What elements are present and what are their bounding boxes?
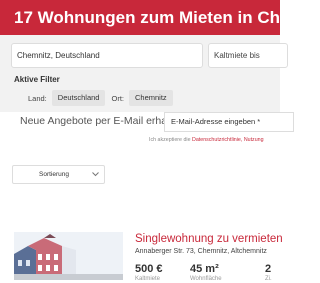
- listing-address: Annaberger Str. 73, Chemnitz, Altchemnit…: [135, 248, 267, 255]
- filter-land-label: Land:: [28, 93, 47, 103]
- chevron-down-icon: [92, 172, 99, 177]
- rooms-value: 2: [265, 263, 272, 275]
- filter-chip-land[interactable]: Deutschland: [51, 90, 106, 106]
- price-label: Kaltmiete: [135, 276, 161, 282]
- area-value: 45 m²: [190, 263, 219, 275]
- listing-title[interactable]: Singlewohnung zu vermieten: [135, 233, 283, 245]
- area-label: Wohnfläche: [190, 276, 222, 282]
- fact-area: 45 m² Wohnfläche: [190, 263, 222, 283]
- privacy-policy-link[interactable]: Datenschutzrichtlinie, Nutzung: [192, 137, 264, 143]
- sort-label: Sortierung: [39, 171, 69, 178]
- filter-chip-ort[interactable]: Chemnitz: [128, 90, 173, 106]
- email-alert-text: Neue Angebote per E-Mail erhalten: [20, 115, 185, 127]
- filter-panel: Chemnitz, Deutschland Kaltmiete bis Akti…: [0, 35, 288, 112]
- results-header: 17 Wohnungen zum Mieten in Chemnitz gefu…: [0, 0, 280, 35]
- email-field[interactable]: E-Mail-Adresse eingeben *: [164, 112, 294, 132]
- filter-ort-label: Ort:: [111, 93, 124, 103]
- consent-text: Ich akzeptiere die Datenschutzrichtlinie…: [149, 137, 264, 143]
- sort-dropdown[interactable]: Sortierung: [12, 165, 105, 184]
- price-value: 500 €: [135, 263, 163, 275]
- building-photo: [14, 232, 123, 280]
- rooms-label: Zi.: [265, 276, 272, 282]
- location-input[interactable]: Chemnitz, Deutschland: [11, 43, 203, 68]
- email-alert-section: Neue Angebote per E-Mail erhalten E-Mail…: [0, 112, 294, 152]
- active-filters-heading: Aktive Filter: [14, 75, 60, 84]
- max-rent-input[interactable]: Kaltmiete bis: [208, 43, 288, 68]
- page-title: 17 Wohnungen zum Mieten in Chemnitz gefu…: [14, 8, 280, 27]
- fact-price: 500 € Kaltmiete: [135, 263, 163, 283]
- active-filters-row: Land: Deutschland Ort: Chemnitz: [28, 90, 173, 106]
- listing-image[interactable]: [14, 232, 123, 280]
- consent-prefix: Ich akzeptiere die: [149, 137, 192, 143]
- fact-rooms: 2 Zi.: [265, 263, 272, 283]
